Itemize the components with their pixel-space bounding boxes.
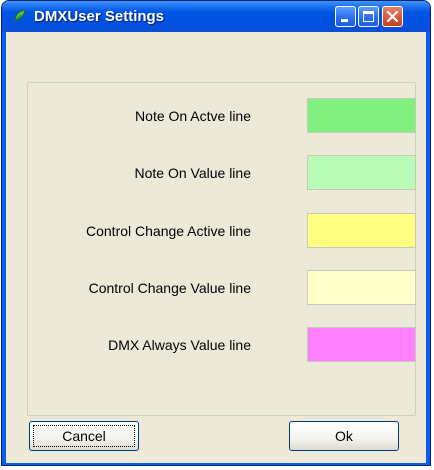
note-on-active-color-swatch[interactable] [307,98,416,133]
control-change-active-color-swatch[interactable] [307,213,416,248]
dmx-always-value-label: DMX Always Value line [108,337,251,353]
settings-group: Note On Actve line Note On Value line Co… [27,82,416,416]
settings-window: DMXUser Settings Note On Actve line Note… [1,0,431,466]
close-icon [386,10,399,23]
focus-rectangle [33,425,135,447]
control-change-active-label: Control Change Active line [86,223,251,239]
cancel-button[interactable]: Cancel [29,421,139,451]
note-on-active-label: Note On Actve line [135,108,251,124]
close-button[interactable] [382,6,403,27]
minimize-button[interactable] [335,6,356,27]
title-bar[interactable]: DMXUser Settings [2,1,430,32]
control-change-value-color-swatch[interactable] [307,270,416,305]
window-title: DMXUser Settings [34,8,165,25]
control-change-value-label: Control Change Value line [88,280,251,296]
minimize-icon [341,19,348,22]
note-on-value-color-swatch[interactable] [307,155,416,190]
note-on-value-label: Note On Value line [134,165,251,181]
dialog-client-area: Note On Actve line Note On Value line Co… [6,32,426,463]
maximize-icon [363,11,374,22]
ok-button[interactable]: Ok [289,421,399,451]
maximize-button[interactable] [358,6,379,27]
app-icon [14,9,26,22]
ok-button-label: Ok [335,428,353,444]
dmx-always-value-color-swatch[interactable] [307,327,416,362]
